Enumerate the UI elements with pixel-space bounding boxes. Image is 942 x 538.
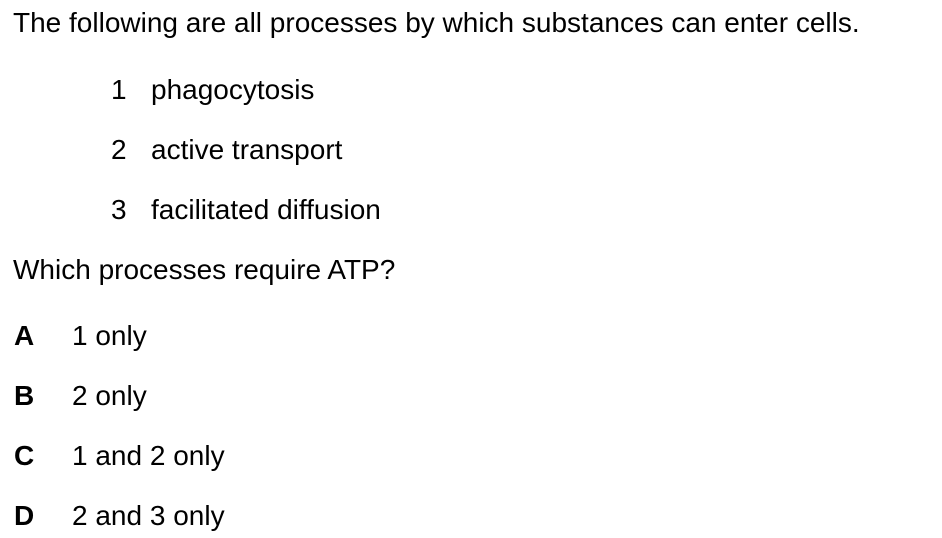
intro-text: The following are all processes by which… [13, 7, 860, 38]
option-letter: C [14, 440, 35, 471]
option-text: 2 and 3 only [72, 500, 225, 531]
process-text: phagocytosis [151, 74, 315, 105]
option-letter: A [14, 320, 35, 351]
option-text: 1 and 2 only [72, 440, 225, 471]
option-text: 1 only [72, 320, 147, 351]
question-text: Which processes require ATP? [13, 254, 396, 285]
process-text: active transport [151, 134, 343, 165]
option-letter: B [14, 380, 35, 411]
option-text: 2 only [72, 380, 147, 411]
process-number: 3 [111, 194, 127, 225]
option-letter: D [14, 500, 35, 531]
process-number: 2 [111, 134, 127, 165]
process-number: 1 [111, 74, 127, 105]
process-text: facilitated diffusion [151, 194, 381, 225]
